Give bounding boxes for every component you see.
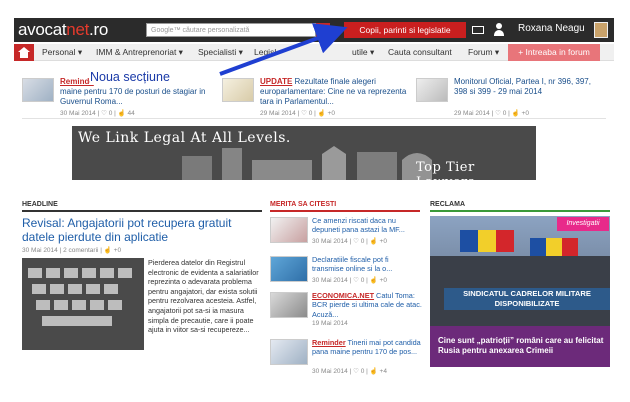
list-item[interactable]: Declaratiile fiscale pot fi transmise on… <box>270 255 422 293</box>
headline-excerpt: Pierderea datelor din Registrul electron… <box>148 258 259 335</box>
article-title[interactable]: Ce amenzi riscati daca nu depuneti pana … <box>312 216 422 235</box>
headline-title[interactable]: Revisal: Angajatorii pot recupera gratui… <box>22 216 262 244</box>
news-thumbnail <box>416 78 448 102</box>
article-meta: 19 Mai 2014 <box>312 320 348 327</box>
article-meta: 30 Mai 2014 | ♡ 0 | ☝ +0 <box>312 277 387 284</box>
section-button-copii-parinti[interactable]: Copii, parinti si legislatie <box>344 22 466 38</box>
home-icon[interactable] <box>14 44 34 61</box>
section-heading-reclama: RECLAMA <box>430 201 465 208</box>
article-thumbnail <box>270 217 308 243</box>
nav-imm[interactable]: IMM & Antreprenoriat ▾ <box>96 47 183 58</box>
nav-utile[interactable]: utile ▾ <box>352 47 374 58</box>
section-divider <box>270 210 420 212</box>
news-thumbnail <box>22 78 54 102</box>
username[interactable]: Roxana Neagu <box>518 23 585 34</box>
list-item[interactable]: Ce amenzi riscati daca nu depuneti pana … <box>270 216 422 254</box>
section-divider <box>430 210 610 212</box>
news-meta: 29 Mai 2014 | ♡ 0 | ☝ +0 <box>454 110 529 117</box>
list-item[interactable]: Reminder Tinerii mai pot candida pana ma… <box>270 338 422 378</box>
ad-caption[interactable]: Cine sunt „patrioții” români care au fel… <box>438 336 606 356</box>
article-meta: 30 Mai 2014 | ♡ 0 | ☝ +4 <box>312 368 387 375</box>
ask-forum-button[interactable]: + Intreaba in forum <box>508 44 600 61</box>
nav-personal[interactable]: Personal ▾ <box>42 47 82 58</box>
banner-slogan: We Link Legal At All Levels. <box>78 130 291 146</box>
ad-tag: Investigatii <box>557 217 609 231</box>
ad-investigatii[interactable]: Investigatii SINDICATUL CADRELOR MILITAR… <box>430 216 610 367</box>
news-meta: 29 Mai 2014 | ♡ 0 | ☝ +0 <box>260 110 335 117</box>
news-meta: 30 Mai 2014 | ♡ 0 | ☝ 44 <box>60 110 135 117</box>
article-thumbnail <box>270 292 308 318</box>
annotation-arrow-icon <box>219 23 348 76</box>
section-heading-headline: HEADLINE <box>22 201 58 208</box>
list-item[interactable]: ECONOMICA.NET Catul Toma: BCR pierde si … <box>270 291 422 329</box>
headline-meta: 30 Mai 2014 | 2 comentarii | ☝ +0 <box>22 247 122 254</box>
ad-banner-top-tier-lawyers[interactable]: We Link Legal At All Levels. Top Tier La… <box>72 126 536 180</box>
article-title[interactable]: Reminder Tinerii mai pot candida pana ma… <box>312 338 422 357</box>
article-thumbnail <box>270 339 308 365</box>
list-item[interactable]: UPDATE Rezultate finale alegeri europarl… <box>222 77 412 117</box>
article-title[interactable]: ECONOMICA.NET Catul Toma: BCR pierde si … <box>312 291 422 319</box>
ad-protest-banner: SINDICATUL CADRELOR MILITARE DISPONIBILI… <box>444 288 610 310</box>
headline-image[interactable] <box>22 258 144 350</box>
news-title[interactable]: Monitorul Oficial, Partea I, nr 396, 397… <box>454 77 606 97</box>
keyboard-icon <box>22 258 144 350</box>
user-icon[interactable] <box>494 23 504 36</box>
avatar[interactable] <box>594 22 608 38</box>
section-heading-merita: MERITA SA CITESTI <box>270 201 337 208</box>
article-title[interactable]: Declaratiile fiscale pot fi transmise on… <box>312 255 422 274</box>
mail-icon[interactable] <box>472 26 484 34</box>
banner-brand: Top Tier Lawyers <box>416 160 475 180</box>
article-thumbnail <box>270 256 308 282</box>
article-meta: 30 Mai 2014 | ♡ 0 | ☝ +0 <box>312 238 387 245</box>
nav-cauta-consultant[interactable]: Cauta consultant <box>388 47 452 57</box>
list-item[interactable]: Monitorul Oficial, Partea I, nr 396, 397… <box>416 77 606 117</box>
nav-forum[interactable]: Forum ▾ <box>468 47 499 58</box>
section-divider <box>22 210 262 212</box>
annotation-label: Noua secțiune <box>90 70 170 84</box>
site-logo[interactable]: avocatnet.ro <box>18 20 108 40</box>
